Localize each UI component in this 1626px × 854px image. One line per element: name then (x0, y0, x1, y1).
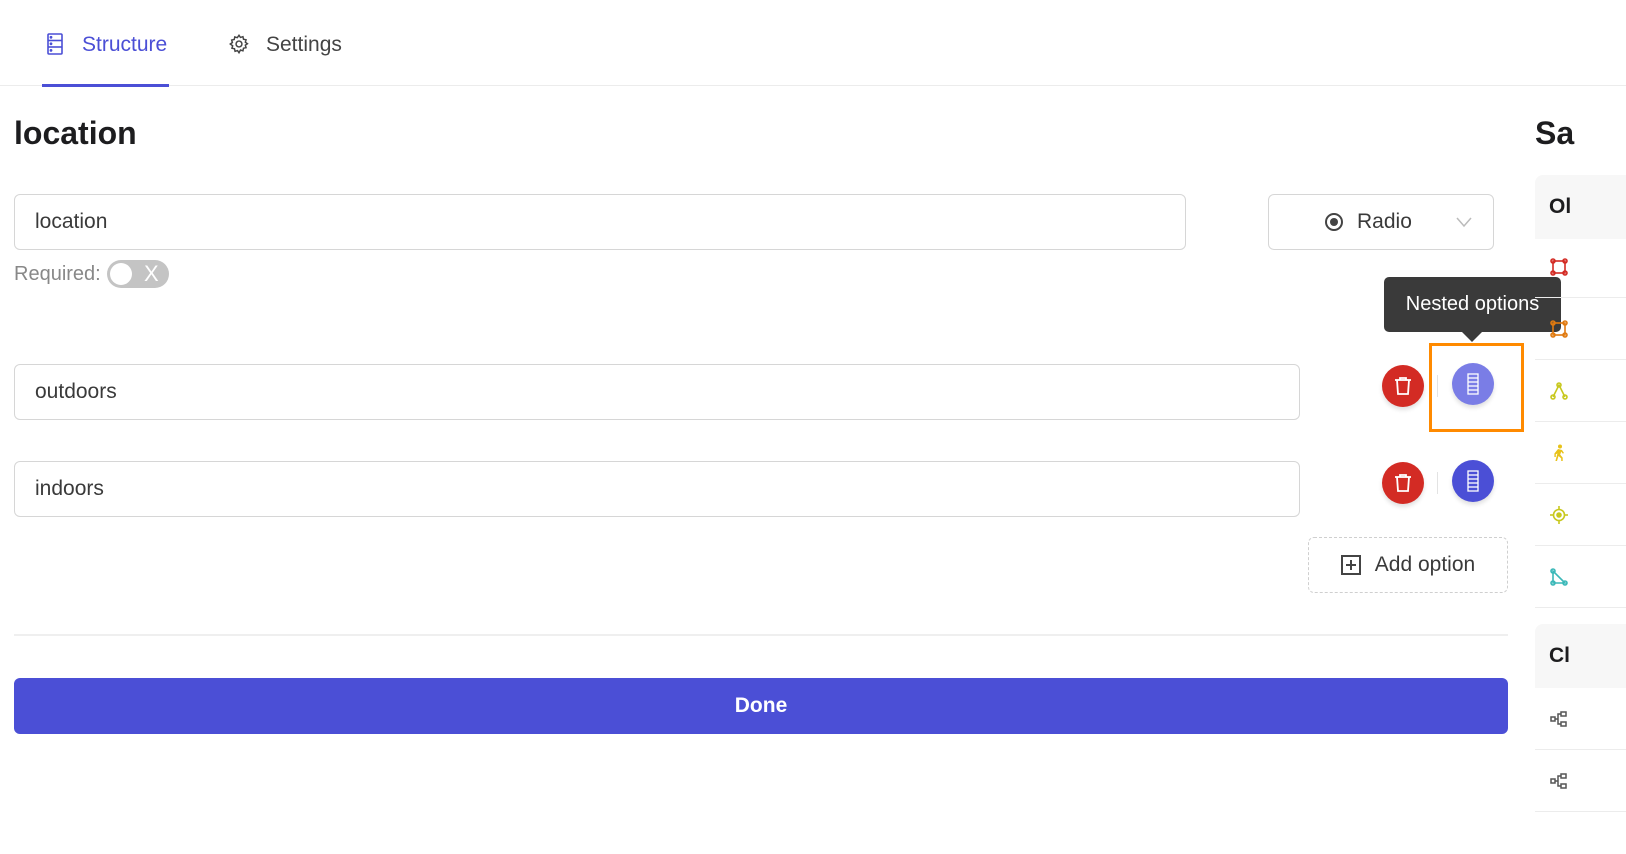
toggle-off-icon: X (144, 261, 159, 286)
chevron-down-icon (1456, 217, 1472, 228)
tab-settings-label: Settings (266, 33, 342, 56)
sidebar-item[interactable] (1535, 750, 1626, 812)
divider (14, 634, 1508, 636)
hierarchy-icon (1550, 772, 1567, 789)
triangle-icon (1550, 567, 1568, 586)
tab-settings[interactable]: Settings (228, 28, 342, 86)
walking-person-icon (1554, 444, 1564, 461)
sidebar-item[interactable] (1535, 236, 1626, 298)
option-input-indoors[interactable]: indoors (14, 461, 1300, 517)
target-point-icon (1550, 505, 1568, 524)
sidebar-item[interactable] (1535, 298, 1626, 360)
trash-icon (1395, 474, 1411, 492)
nested-list-icon (1467, 373, 1479, 395)
tab-structure[interactable]: Structure (41, 28, 170, 87)
delete-option-button[interactable] (1382, 365, 1424, 407)
polygon-icon (1550, 257, 1568, 276)
sidebar-item[interactable] (1535, 360, 1626, 422)
tab-structure-label: Structure (82, 33, 168, 56)
option-value: outdoors (35, 380, 117, 403)
toggle-knob (109, 263, 132, 285)
polyline-icon (1550, 381, 1568, 400)
sidebar-title: Sa (1535, 115, 1575, 151)
gear-icon (229, 34, 249, 55)
required-toggle[interactable]: X (106, 260, 169, 288)
option-value: indoors (35, 477, 104, 500)
hierarchy-icon (1550, 710, 1567, 727)
polygon-icon (1550, 319, 1568, 338)
button-separator (1437, 375, 1438, 397)
delete-option-button[interactable] (1382, 462, 1424, 504)
sidebar-section-objects: Ol (1535, 175, 1626, 239)
nested-options-button[interactable] (1452, 363, 1494, 405)
plus-square-icon (1340, 555, 1361, 575)
sidebar-item[interactable] (1535, 422, 1626, 484)
sidebar-item[interactable] (1535, 688, 1626, 750)
radio-icon (1325, 213, 1343, 231)
tab-bar: Structure Settings (0, 0, 1626, 87)
field-type-select[interactable]: Radio (1268, 194, 1494, 250)
nested-list-icon (1467, 470, 1479, 492)
field-name-value: location (35, 210, 108, 233)
field-name-input[interactable]: location (14, 194, 1186, 250)
option-input-outdoors[interactable]: outdoors (14, 364, 1300, 420)
structure-icon (47, 33, 63, 55)
field-title: location (14, 115, 137, 151)
sidebar-item[interactable] (1535, 484, 1626, 546)
add-option-button[interactable]: Add option (1308, 537, 1508, 593)
nested-options-button[interactable] (1452, 460, 1494, 502)
field-type-value: Radio (1357, 210, 1412, 233)
button-separator (1437, 472, 1438, 494)
required-row: Required: X (14, 260, 169, 288)
sidebar-item[interactable] (1535, 546, 1626, 608)
required-label: Required: (14, 262, 101, 285)
done-button[interactable]: Done (14, 678, 1508, 734)
trash-icon (1395, 377, 1411, 395)
add-option-label: Add option (1374, 553, 1476, 576)
sidebar-section-classifications: Cl (1535, 624, 1626, 688)
